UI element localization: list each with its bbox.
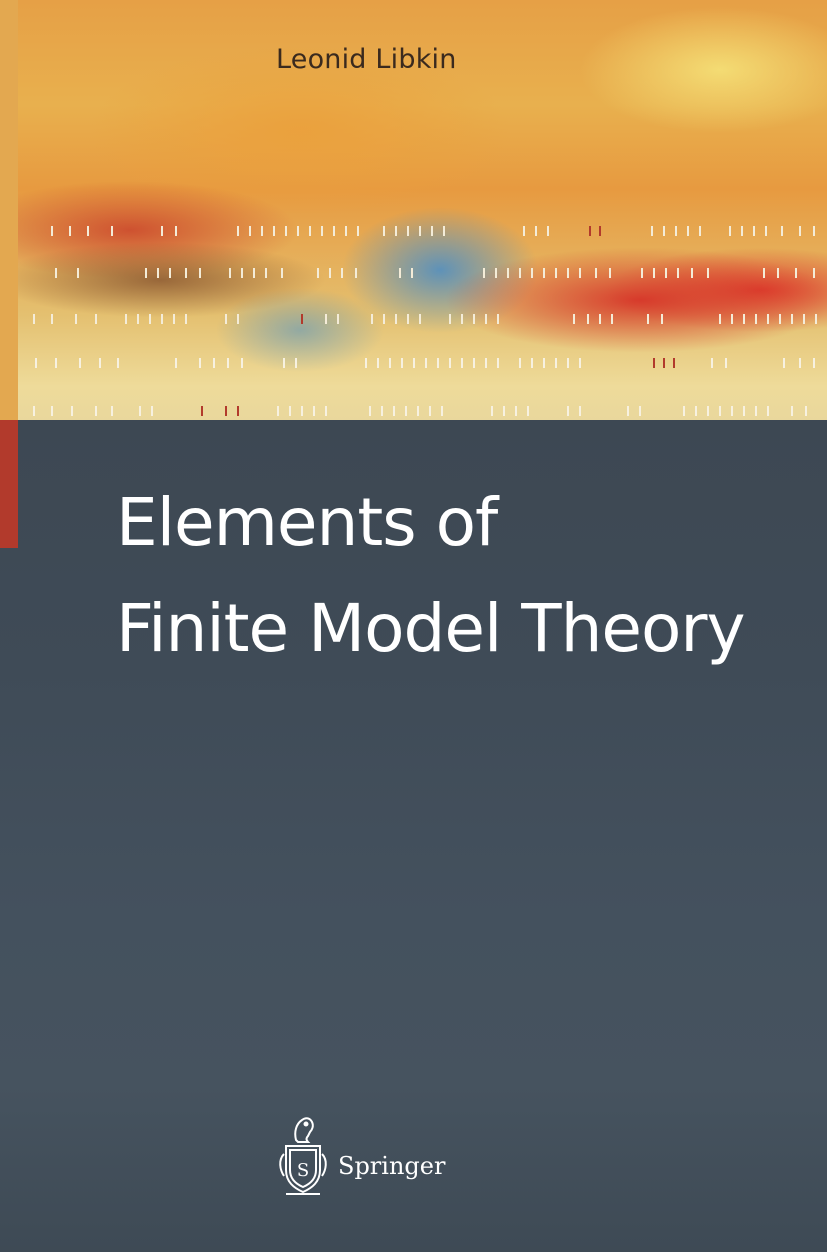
tick-mark-row (0, 312, 827, 326)
publisher-name: Springer (338, 1151, 446, 1180)
tick-mark-row (0, 404, 827, 418)
publisher-block: S Springer (276, 1110, 445, 1209)
springer-knight-logo-icon: S (276, 1110, 330, 1209)
tick-mark-row (0, 224, 827, 238)
book-title-line: Elements of (116, 484, 498, 561)
book-cover: Leonid Libkin Elements of Finite Model T… (0, 0, 827, 1252)
author-name: Leonid Libkin (276, 44, 457, 75)
svg-text:S: S (297, 1160, 309, 1181)
book-title-line: Finite Model Theory (116, 590, 746, 667)
left-accent-strip (0, 420, 18, 548)
tick-mark-row (0, 356, 827, 370)
book-title: Elements of Finite Model Theory (116, 470, 806, 682)
tick-mark-row (0, 266, 827, 280)
